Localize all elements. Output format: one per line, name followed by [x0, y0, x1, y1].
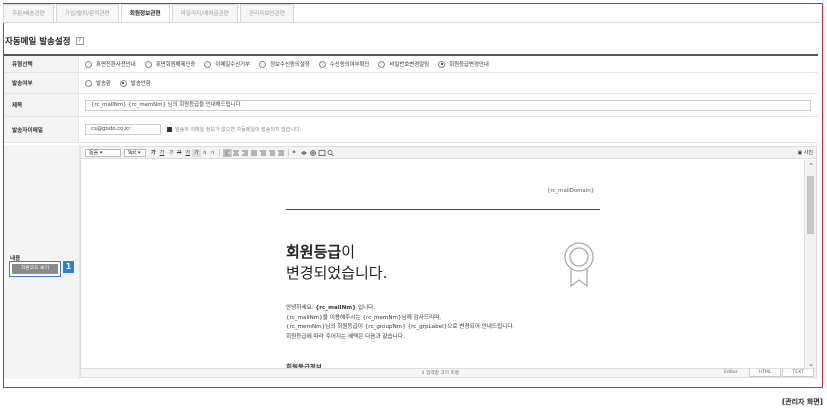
page-title-text: 자동메일 발송설정 — [5, 37, 71, 47]
radio-icon[interactable] — [204, 60, 212, 68]
body-line: 회원등급에 따라 주어지는 혜택은 다음과 같습니다. — [286, 333, 405, 340]
body-line: {rc_memNm}님의 회원등급이 {rc_groupNm} {rc_grpL… — [286, 324, 515, 330]
tab-divider — [4, 22, 822, 23]
type-row: 유형선택 휴면전환사전안내 휴면회원해제인증 이메일수신거부 정보수신동의설정 … — [4, 54, 818, 73]
send-row: 발송여부 발송함 발송안함 — [4, 73, 818, 94]
replace-code-label: 치환코드 보기 — [12, 264, 58, 274]
radio-icon[interactable] — [318, 60, 326, 68]
page-title: 자동메일 발송설정 ? — [5, 35, 84, 47]
editor-canvas[interactable]: {rc_mallDomain} 회원등급이 변경되었습니다. 안녕하세요. {r… — [81, 160, 805, 369]
strike-button[interactable]: 가 — [175, 149, 184, 157]
scroll-down-icon[interactable]: ⌄ — [805, 360, 817, 368]
send-options: 발송함 발송안함 — [79, 73, 818, 93]
tab-order-delivery[interactable]: 주문/배송관련 — [3, 4, 54, 23]
font-select[interactable]: 돋움 ▾ — [85, 148, 121, 157]
send-label: 발송여부 — [4, 73, 79, 93]
view-source-toggle[interactable]: ▣ 사진 — [797, 149, 813, 156]
type-option-password-change[interactable]: 비밀번호변경알림 — [378, 60, 429, 68]
type-option-dormant-notice[interactable]: 휴면전환사전안내 — [85, 60, 136, 68]
radio-icon[interactable] — [85, 79, 92, 87]
heading-rest: 이 — [341, 243, 356, 261]
editor-toolbar: 돋움 ▾ 9pt ▾ 가 가 가 가 가 가 가 가 ❝ ▣ 사진 — [81, 147, 816, 159]
send-option-no[interactable]: 발송안함 — [119, 79, 151, 87]
type-option-email-refuse[interactable]: 이메일수신거부 — [204, 60, 250, 68]
radio-icon[interactable] — [259, 60, 267, 68]
align-list-icons[interactable] — [223, 148, 285, 157]
category-tabs: 주문/배송관련 가입/탈퇴/문의관련 회원정보관련 마일리지/예치금관련 관리자… — [3, 4, 296, 24]
mail-heading: 회원등급이 변경되었습니다. — [286, 242, 387, 284]
insert-icons[interactable]: ❝ — [292, 149, 334, 157]
replace-code-button[interactable]: 치환코드 보기 — [9, 261, 61, 277]
heading-line2: 변경되었습니다. — [286, 264, 388, 282]
type-option-grade-change[interactable]: 회원등급변경안내 — [438, 60, 489, 68]
header-divider — [286, 209, 600, 210]
type-option-consent-setting[interactable]: 정보수신동의설정 — [259, 60, 310, 68]
sender-row: 발송자이메일 cs@godo.co.kr 발송자 이메일 정보가 없으면 자동메… — [4, 117, 818, 143]
scroll-thumb[interactable] — [807, 176, 814, 234]
font-color-button[interactable]: 가 — [183, 149, 192, 157]
radio-icon[interactable] — [378, 60, 386, 68]
mode-text[interactable]: TEXT — [782, 369, 814, 377]
subject-row: 제목 {rc_mallNm} {rc_memNm} 님의 회원등급을 안내해드립… — [4, 94, 818, 117]
screen-caption: [관리자 화면] — [781, 398, 823, 406]
settings-form: 유형선택 휴면전환사전안내 휴면회원해제인증 이메일수신거부 정보수신동의설정 … — [4, 54, 818, 143]
bg-color-button[interactable]: 가 — [192, 148, 201, 157]
type-label: 유형선택 — [4, 56, 79, 72]
send-option-yes[interactable]: 발송함 — [85, 79, 111, 87]
editor-scrollbar[interactable]: ⌃ ⌄ — [804, 160, 816, 369]
mail-body: 안녕하세요. {rc_mallNm} 입니다. {rc_mallNm}을 이용해… — [286, 304, 514, 342]
radio-icon[interactable] — [144, 60, 152, 68]
bold-button[interactable]: 가 — [149, 149, 158, 157]
type-option-consent-check[interactable]: 수신동의여부확인 — [318, 60, 369, 68]
info-icon — [167, 127, 172, 132]
tab-mileage-deposit[interactable]: 마일리지/예치금관련 — [171, 4, 238, 23]
callout-marker: 1 — [63, 261, 74, 273]
mall-domain-var: {rc_mallDomain} — [547, 188, 595, 194]
resize-handle[interactable]: ⇕ 입력창 크기 조절 — [421, 370, 459, 376]
subscript-button[interactable]: 가 — [208, 149, 216, 157]
mode-editor[interactable]: Editor — [714, 369, 748, 377]
underline-button[interactable]: 가 — [158, 149, 167, 157]
heading-bold: 회원등급 — [286, 243, 342, 261]
tab-member-info[interactable]: 회원정보관련 — [120, 4, 170, 24]
subject-label: 제목 — [4, 94, 79, 116]
editor-mode-tabs: Editor HTML TEXT — [713, 369, 814, 377]
scroll-up-icon[interactable]: ⌃ — [805, 162, 817, 170]
size-select[interactable]: 9pt ▾ — [124, 148, 146, 157]
sender-label: 발송자이메일 — [4, 117, 79, 142]
tab-admin-security[interactable]: 관리자보안관련 — [239, 4, 294, 23]
radio-icon[interactable] — [85, 60, 92, 68]
radio-selected-icon[interactable] — [438, 60, 446, 68]
editor-bottom-bar: ⇕ 입력창 크기 조절 Editor HTML TEXT — [81, 368, 816, 377]
sender-email-input[interactable]: cs@godo.co.kr — [85, 124, 161, 135]
italic-button[interactable]: 가 — [166, 149, 175, 157]
radio-selected-icon[interactable] — [119, 79, 127, 87]
body-line: {rc_mallNm}을 이용해주시는 {rc_memNm}님께 감사드리며, — [286, 314, 442, 321]
medal-icon — [564, 242, 594, 288]
help-icon[interactable]: ? — [75, 37, 84, 45]
type-option-dormant-release[interactable]: 휴면회원해제인증 — [144, 60, 195, 68]
superscript-button[interactable]: 가 — [201, 149, 209, 157]
mail-editor: 돋움 ▾ 9pt ▾ 가 가 가 가 가 가 가 가 ❝ ▣ 사진 {rc_ma… — [80, 146, 817, 378]
mode-html[interactable]: HTML — [748, 369, 782, 377]
type-options: 휴면전환사전안내 휴면회원해제인증 이메일수신거부 정보수신동의설정 수신동의여… — [79, 56, 818, 72]
subject-input[interactable]: {rc_mallNm} {rc_memNm} 님의 회원등급을 안내해드립니다. — [85, 99, 811, 111]
svg-text:❝: ❝ — [292, 149, 296, 157]
sender-note: 발송자 이메일 정보가 없으면 자동메일이 발송되지 않습니다. — [175, 127, 302, 133]
tab-join-withdraw[interactable]: 가입/탈퇴/문의관련 — [55, 4, 119, 23]
